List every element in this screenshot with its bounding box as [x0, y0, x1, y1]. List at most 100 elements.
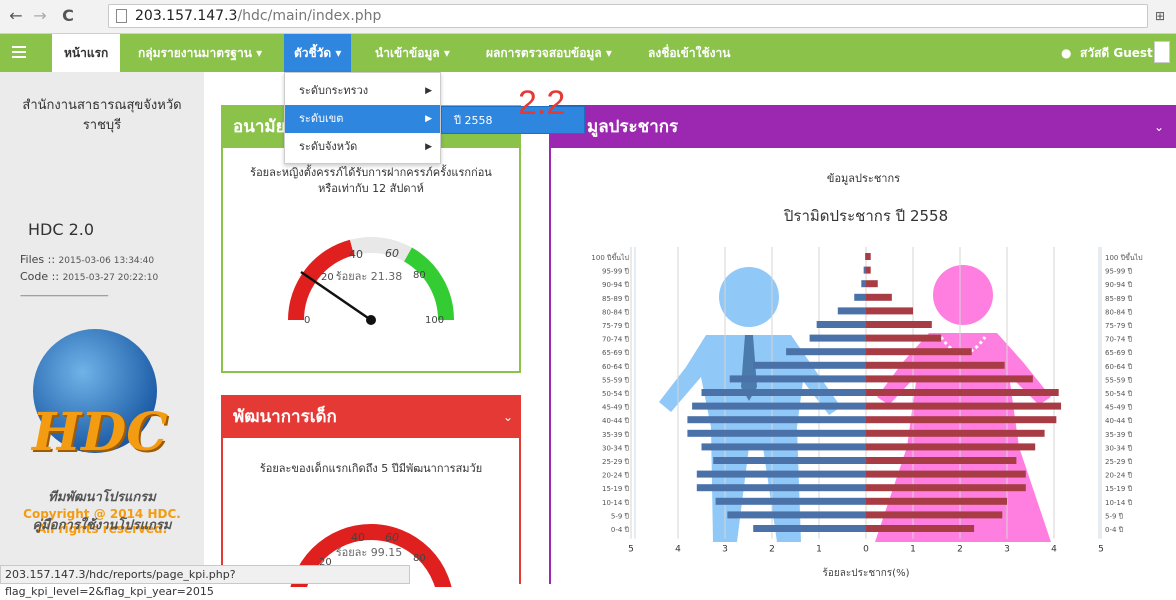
female-bar — [866, 484, 1026, 492]
female-bar — [866, 375, 1033, 383]
nav-indicators[interactable]: ตัวชี้วัด ▾ — [284, 34, 352, 72]
nav-data-check[interactable]: ผลการตรวจสอบข้อมูล ▾ — [486, 34, 612, 72]
indicators-dropdown: ระดับกระทรวง ▶ ระดับเขต ▶ ระดับจังหวัด ▶ — [284, 72, 441, 164]
y-tick-label-left: 65-69 ปี — [602, 349, 630, 357]
child-description: ร้อยละของเด็กแรกเกิดถึง 5 ปีมีพัฒนาการสม… — [259, 462, 483, 475]
female-bar — [866, 525, 975, 532]
y-tick-label-right: 50-54 ปี — [1105, 390, 1133, 398]
menu-item-province-level[interactable]: ระดับจังหวัด ▶ — [285, 133, 440, 161]
x-tick-label: 2 — [769, 545, 775, 555]
y-tick-label-right: 90-94 ปี — [1105, 281, 1133, 289]
chevron-down-icon[interactable]: ⌄ — [1154, 107, 1164, 148]
gauge-tick: 60 — [385, 531, 399, 544]
x-tick-label: 1 — [910, 545, 916, 555]
avatar[interactable] — [1154, 41, 1170, 63]
female-figure-head — [933, 265, 993, 325]
version-label: HDC 2.0 — [28, 220, 95, 239]
chevron-down-icon[interactable]: ⌄ — [503, 397, 513, 438]
female-bar — [866, 511, 1003, 519]
male-bar — [837, 307, 866, 315]
y-tick-label-right: 40-44 ปี — [1105, 417, 1133, 425]
y-tick-label-left: 55-59 ปี — [602, 376, 630, 384]
male-bar — [861, 280, 866, 288]
y-tick-label-left: 75-79 ปี — [602, 322, 630, 330]
y-tick-label-left: 50-54 ปี — [602, 390, 630, 398]
x-tick-label: 5 — [1098, 545, 1104, 555]
address-bar[interactable]: 203.157.147.3/hdc/main/index.php — [108, 4, 1148, 28]
status-bar-url: 203.157.147.3/hdc/reports/page_kpi.php?f… — [0, 565, 410, 598]
gauge-value-label: ร้อยละ 21.38 — [336, 270, 403, 283]
nav-home[interactable]: หน้าแรก — [52, 34, 121, 72]
gauge-tick: 80 — [413, 553, 426, 564]
x-tick-label: 3 — [722, 545, 728, 555]
nav-import-data[interactable]: นำเข้าข้อมูล ▾ — [375, 34, 450, 72]
male-bar — [729, 375, 866, 383]
gauge-tick: 40 — [351, 531, 365, 544]
anamai-gauge: ร้อยละ 21.38 0 20 40 60 80 100 — [288, 236, 455, 326]
y-tick-label-left: 90-94 ปี — [602, 281, 630, 289]
male-figure-head — [719, 267, 779, 327]
back-icon[interactable]: ← — [6, 6, 26, 26]
y-tick-label-left: 60-64 ปี — [602, 363, 630, 371]
dev-team-link[interactable]: ทีมพัฒนาโปรแกรม — [0, 486, 204, 507]
y-tick-label-right: 70-74 ปี — [1105, 336, 1133, 344]
y-tick-label-left: 40-44 ปี — [602, 417, 630, 425]
male-bar — [786, 348, 866, 356]
female-bar — [866, 402, 1062, 410]
forward-icon[interactable]: → — [30, 6, 50, 26]
x-tick-label: 1 — [816, 545, 822, 555]
male-bar — [809, 334, 866, 342]
male-bar — [696, 470, 866, 478]
male-bar — [701, 389, 866, 396]
male-bar — [687, 429, 866, 437]
code-info: Code :: 2015-03-27 20:22:10 — [20, 270, 159, 283]
panel-child-dev: พัฒนาการเด็ก ⌄ ร้อยละของเด็กแรกเกิดถึง 5… — [221, 395, 521, 587]
nav-standard-reports[interactable]: กลุ่มรายงานมาตรฐาน ▾ — [138, 34, 262, 72]
gauge-green-band — [403, 247, 455, 321]
male-bar — [713, 457, 866, 464]
gauge-red-band — [288, 239, 355, 321]
male-bar — [863, 266, 866, 274]
page-icon — [116, 9, 127, 23]
hdc-logo-text: HDC — [32, 402, 168, 463]
caret-right-icon: ▶ — [425, 86, 432, 96]
y-tick-label-left: 35-39 ปี — [602, 431, 630, 439]
anamai-description: ร้อยละหญิงตั้งครรภ์ได้รับการฝากครรภ์ครั้… — [250, 166, 492, 195]
x-tick-label: 0 — [863, 545, 869, 555]
male-bar — [715, 497, 866, 505]
menu-item-ministry-level[interactable]: ระดับกระทรวง ▶ — [285, 77, 440, 105]
org-name: สำนักงานสาธารณสุขจังหวัด ราชบุรี — [22, 98, 182, 133]
manual-link[interactable]: คู่มือการใช้งานโปรแกรม — [0, 514, 204, 535]
y-tick-label-left: 30-34 ปี — [602, 444, 630, 452]
menu-icon[interactable] — [12, 46, 26, 58]
female-bar — [866, 443, 1036, 451]
greeting[interactable]: สวัสดี Guest — [1080, 34, 1153, 72]
female-bar — [866, 457, 1017, 464]
water-drop-icon: ● — [1061, 46, 1072, 60]
nav-login[interactable]: ลงชื่อเข้าใช้งาน — [648, 34, 730, 72]
panel-child-dev-title[interactable]: พัฒนาการเด็ก — [223, 397, 519, 438]
female-bar — [866, 334, 942, 342]
chart-title: ปิรามิดประชากร ปี 2558 — [783, 207, 948, 225]
gauge-hub — [366, 315, 376, 325]
y-tick-label-left: 25-29 ปี — [602, 458, 630, 466]
male-bar — [865, 253, 866, 260]
x-tick-label: 2 — [957, 545, 963, 555]
y-tick-label-right: 65-69 ปี — [1105, 349, 1133, 357]
y-tick-label-left: 20-24 ปี — [602, 472, 630, 480]
files-info: Files :: 2015-03-06 13:34:40 — [20, 253, 155, 266]
translate-icon[interactable]: ⊞ — [1150, 6, 1170, 26]
x-tick-label: 3 — [1004, 545, 1010, 555]
menu-item-region-level[interactable]: ระดับเขต ▶ — [285, 105, 440, 133]
panel-population-title[interactable]: มูลประชากร — [551, 107, 1176, 148]
x-tick-label: 4 — [675, 545, 681, 555]
main-navbar: หน้าแรก กลุ่มรายงานมาตรฐาน ▾ ตัวชี้วัด ▾… — [0, 34, 1176, 72]
y-tick-label-right: 30-34 ปี — [1105, 444, 1133, 452]
male-bar — [854, 293, 866, 301]
y-tick-label-right: 25-29 ปี — [1105, 458, 1133, 466]
x-tick-label: 5 — [628, 545, 634, 555]
reload-icon[interactable]: C — [58, 6, 78, 26]
female-bar — [866, 416, 1057, 424]
y-tick-label-right: 20-24 ปี — [1105, 472, 1133, 480]
female-bar — [866, 348, 972, 356]
